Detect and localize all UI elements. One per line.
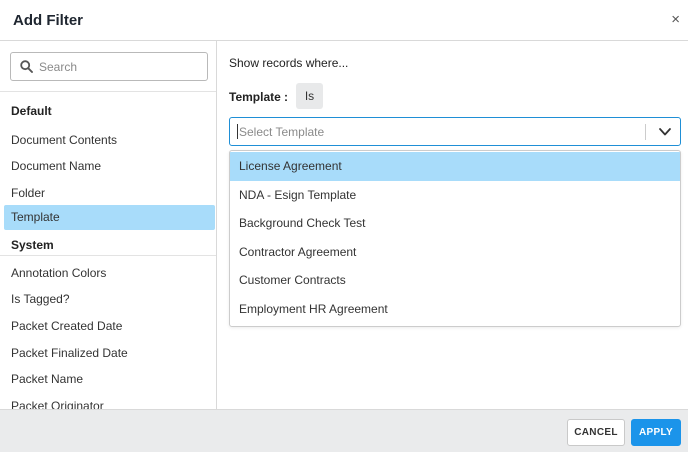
field-label: Template <box>229 90 281 104</box>
dialog-title: Add Filter <box>13 12 83 29</box>
text-cursor <box>237 124 238 139</box>
apply-button[interactable]: APPLY <box>631 419 681 446</box>
group-title-default: Default <box>11 104 52 118</box>
chevron-down-icon[interactable] <box>658 126 672 138</box>
option-background-check-test[interactable]: Background Check Test <box>230 209 680 238</box>
dialog-header: Add Filter × <box>0 0 688 41</box>
template-select[interactable]: Select Template <box>229 117 681 146</box>
select-placeholder: Select Template <box>239 125 325 139</box>
sidebar-item-packet-finalized-date[interactable]: Packet Finalized Date <box>11 346 128 360</box>
sidebar-item-is-tagged[interactable]: Is Tagged? <box>11 292 70 306</box>
option-customer-contracts[interactable]: Customer Contracts <box>230 266 680 295</box>
operator-button[interactable]: Is <box>296 83 323 109</box>
sidebar-item-packet-created-date[interactable]: Packet Created Date <box>11 319 122 333</box>
sidebar-item-annotation-colors[interactable]: Annotation Colors <box>11 266 106 280</box>
sidebar-item-packet-name[interactable]: Packet Name <box>11 372 83 386</box>
sidebar-item-document-name[interactable]: Document Name <box>11 159 101 173</box>
group-title-system: System <box>11 238 54 252</box>
dialog-footer: CANCEL APPLY <box>0 409 688 452</box>
select-separator <box>645 124 646 140</box>
search-box[interactable] <box>10 52 208 81</box>
divider <box>0 255 216 256</box>
sidebar-item-template[interactable]: Template <box>4 205 215 230</box>
option-license-agreement[interactable]: License Agreement <box>230 152 680 181</box>
option-employment-hr-agreement[interactable]: Employment HR Agreement <box>230 295 680 324</box>
divider <box>0 91 216 92</box>
cancel-button[interactable]: CANCEL <box>567 419 625 446</box>
option-contractor-agreement[interactable]: Contractor Agreement <box>230 238 680 267</box>
option-nda-esign-template[interactable]: NDA - Esign Template <box>230 181 680 210</box>
search-icon <box>20 60 33 73</box>
field-sidebar: Default Document Contents Document Name … <box>0 41 217 409</box>
close-icon[interactable]: × <box>671 10 680 30</box>
sidebar-item-packet-originator[interactable]: Packet Originator <box>11 399 104 409</box>
filter-editor: Show records where... Template : Is Sele… <box>218 41 688 409</box>
template-options-list: License Agreement NDA - Esign Template B… <box>229 150 681 327</box>
search-input[interactable] <box>39 57 199 77</box>
show-records-text: Show records where... <box>229 56 349 70</box>
sidebar-item-document-contents[interactable]: Document Contents <box>11 133 117 147</box>
sidebar-item-folder[interactable]: Folder <box>11 186 45 200</box>
field-colon: : <box>284 90 288 104</box>
